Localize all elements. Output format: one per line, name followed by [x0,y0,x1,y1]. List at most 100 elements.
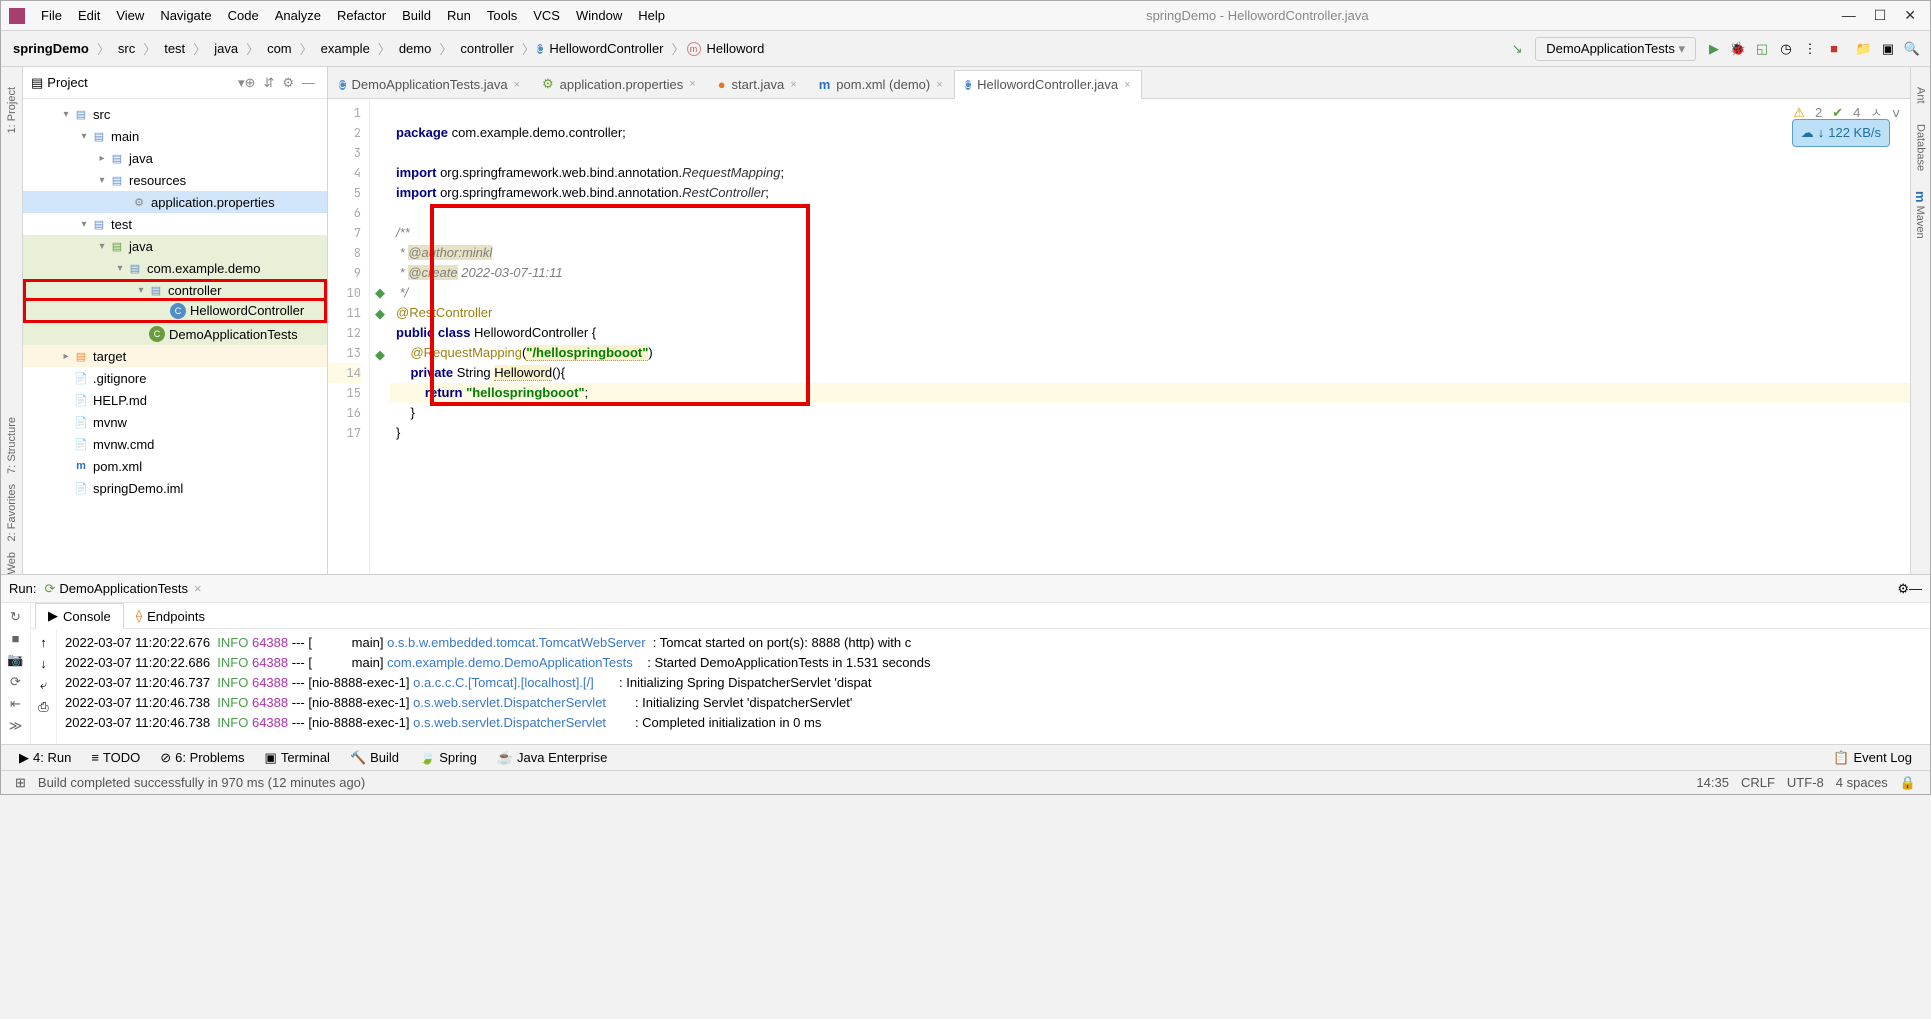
navbar: springDemo〉 src〉 test〉 java〉 com〉 exampl… [1,31,1930,67]
menu-help[interactable]: Help [630,4,673,27]
terminal-tool-button[interactable]: ▣ Terminal [255,750,340,766]
project-panel: ▤ Project ▾ ⊕ ⇵ ⚙ — ▾▤src ▾▤main ▸▤java … [23,67,328,574]
crumb[interactable]: HellowordController [543,41,669,56]
main-menu: File Edit View Navigate Code Analyze Ref… [33,4,673,27]
bottom-toolbar: ▶ 4: Run ≡ TODO ⊘ 6: Problems ▣ Terminal… [1,744,1930,770]
menu-refactor[interactable]: Refactor [329,4,394,27]
debug-icon[interactable]: 🐞 [1728,41,1748,57]
rerun-icon[interactable]: ↻ [10,609,21,625]
favorites-tool-button[interactable]: 2: Favorites [6,484,18,541]
target-icon[interactable]: ⊕ [245,75,256,91]
javaee-tool-button[interactable]: ☕ Java Enterprise [487,750,618,766]
controller-folder[interactable]: ▾▤controller [23,279,327,301]
run-toolbar: ↻ ■ 📷 ⟳ ⇤ ≫ [1,603,31,744]
menu-navigate[interactable]: Navigate [152,4,219,27]
menu-code[interactable]: Code [220,4,267,27]
crumb[interactable]: Helloword [701,41,771,56]
expand-icon[interactable]: ⇵ [263,75,274,91]
method-icon: m [687,42,701,56]
tab-helloword[interactable]: CHellowordController.java× [954,70,1142,99]
todo-tool-button[interactable]: ≡ TODO [81,750,150,765]
tab-start[interactable]: ●start.java× [707,70,808,98]
menu-view[interactable]: View [108,4,152,27]
find-icon[interactable]: 🔍 [1902,41,1922,57]
project-tree[interactable]: ▾▤src ▾▤main ▸▤java ▾▤resources ⚙applica… [23,99,327,574]
crumb[interactable]: demo [393,41,438,56]
menu-analyze[interactable]: Analyze [267,4,329,27]
endpoints-tab[interactable]: ⟠Endpoints [124,604,217,628]
helloword-controller-file[interactable]: CHellowordController [23,301,327,323]
git-icon[interactable]: 📁 [1854,41,1874,57]
run-panel: Run: ⟳ DemoApplicationTests × ⚙ — ↻ ■ 📷 … [1,574,1930,744]
down-icon[interactable]: ↓ [40,656,47,671]
tab-appprops[interactable]: ⚙application.properties× [531,69,707,98]
crumb-project[interactable]: springDemo [7,41,95,56]
event-log-button[interactable]: 📋 Event Log [1823,750,1922,766]
crumb[interactable]: controller [454,41,519,56]
gear-icon[interactable]: ⚙ [282,75,294,91]
line-gutter: 1234567891011121314151617 [328,99,370,574]
coverage-icon[interactable]: ◱ [1752,41,1772,57]
maven-tool-button[interactable]: m Maven [1913,191,1928,239]
crumb[interactable]: java [208,41,244,56]
project-label: Project [47,75,238,90]
tab-demotests[interactable]: CDemoApplicationTests.java× [328,70,531,98]
console-tab[interactable]: ▶Console [35,603,124,629]
minimize-panel-icon[interactable]: — [1909,581,1922,596]
run-icon[interactable]: ▶ [1704,41,1724,57]
menu-window[interactable]: Window [568,4,630,27]
status-indent[interactable]: 4 spaces [1836,775,1888,790]
structure-tool-button[interactable]: 7: Structure [6,417,18,474]
menu-vcs[interactable]: VCS [525,4,568,27]
status-lineend[interactable]: CRLF [1741,775,1775,790]
run-tool-button[interactable]: ▶ 4: Run [9,750,81,766]
crumb[interactable]: com [261,41,298,56]
console-output[interactable]: 2022-03-07 11:20:22.676 INFO 64388 --- [… [57,629,1930,744]
menu-tools[interactable]: Tools [479,4,525,27]
run-config-name[interactable]: DemoApplicationTests [59,581,188,596]
stop-icon[interactable]: ■ [12,631,20,646]
print-icon[interactable]: ⎙ [38,699,48,715]
more-icon[interactable]: ≫ [9,718,23,734]
problems-tool-button[interactable]: ⊘ 6: Problems [150,750,254,766]
resume-icon[interactable]: ⟳ [10,674,21,690]
editor: CDemoApplicationTests.java× ⚙application… [328,67,1910,574]
status-icon[interactable]: ⊞ [15,775,26,791]
stop-icon[interactable]: ■ [1824,41,1844,56]
close-icon[interactable]: ✕ [1904,7,1916,24]
right-tool-strip: Ant Database m Maven [1910,67,1930,574]
window-title: springDemo - HellowordController.java [673,8,1842,23]
status-encoding[interactable]: UTF-8 [1787,775,1824,790]
database-tool-button[interactable]: Database [1915,124,1927,171]
profile-icon[interactable]: ◷ [1776,41,1796,57]
speed-badge[interactable]: ☁ ↓122 KB/s [1792,119,1890,147]
hammer-icon[interactable]: ↘ [1507,41,1527,57]
run-tab-icon: ⟳ [44,581,55,597]
exit-icon[interactable]: ⇤ [10,696,21,712]
search-icon[interactable]: ▣ [1878,41,1898,57]
build-tool-button[interactable]: 🔨 Build [340,750,409,766]
crumb[interactable]: test [158,41,191,56]
crumb[interactable]: example [315,41,376,56]
web-tool-button[interactable]: Web [6,552,18,574]
menu-edit[interactable]: Edit [70,4,108,27]
menu-file[interactable]: File [33,4,70,27]
tab-pom[interactable]: mpom.xml (demo)× [808,70,954,98]
menu-run[interactable]: Run [439,4,479,27]
lock-icon[interactable]: 🔒 [1900,775,1916,791]
spring-tool-button[interactable]: 🍃 Spring [409,750,487,766]
code-editor[interactable]: 1234567891011121314151617 ◆◆◆ package co… [328,99,1910,574]
gear-icon[interactable]: ⚙ [1897,581,1909,597]
crumb[interactable]: src [112,41,141,56]
minimize-icon[interactable]: — [1842,7,1856,24]
camera-icon[interactable]: 📷 [7,652,23,668]
menu-build[interactable]: Build [394,4,439,27]
project-tool-button[interactable]: 1: Project [6,87,18,133]
maximize-icon[interactable]: ☐ [1874,7,1887,24]
run-config-dropdown[interactable]: DemoApplicationTests ▾ [1535,37,1696,61]
wrap-icon[interactable]: ⤶ [40,677,47,693]
attach-icon[interactable]: ⋮ [1800,41,1820,57]
up-icon[interactable]: ↑ [40,635,47,650]
collapse-icon[interactable]: — [302,75,315,90]
ant-tool-button[interactable]: Ant [1915,87,1927,104]
